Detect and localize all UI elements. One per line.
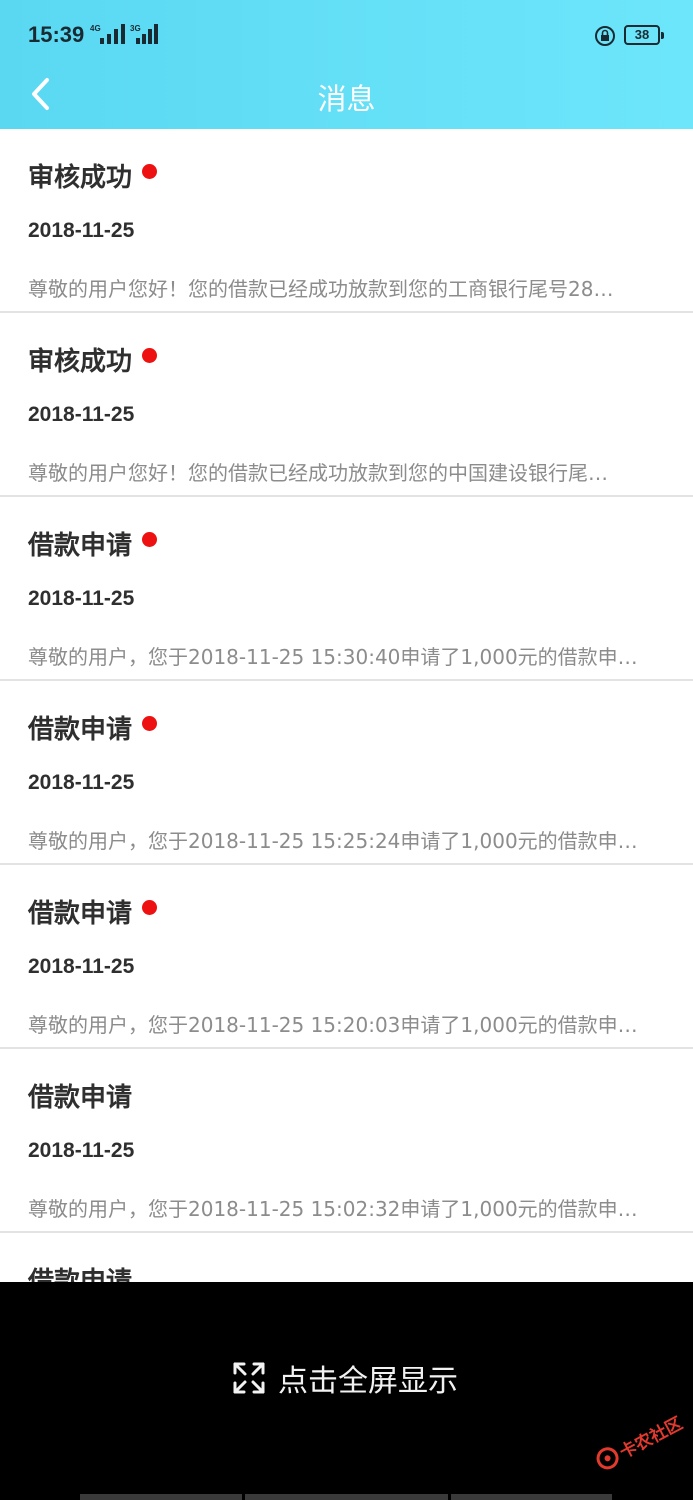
message-preview: 尊敬的用户您好！您的借款已经成功放款到您的中国建设银行尾…	[28, 461, 608, 485]
message-title-row: 审核成功	[28, 341, 158, 377]
fullscreen-button[interactable]: 点击全屏显示	[232, 1358, 458, 1399]
message-title: 借款申请	[28, 1266, 133, 1283]
message-preview: 尊敬的用户，您于2018-11-25 15:02:32申请了1,000元的借款申…	[28, 1197, 638, 1221]
message-item[interactable]: 借款申请	[0, 1233, 693, 1283]
status-time: 15:39	[28, 22, 85, 47]
message-item[interactable]: 审核成功 2018-11-25 尊敬的用户您好！您的借款已经成功放款到您的工商银…	[0, 129, 693, 313]
message-title: 借款申请	[28, 1082, 133, 1113]
video-overlay: 点击全屏显示	[0, 1282, 693, 1500]
message-item[interactable]: 借款申请 2018-11-25 尊敬的用户，您于2018-11-25 15:30…	[0, 497, 693, 681]
network-label-1: 4G	[90, 24, 101, 33]
message-item[interactable]: 借款申请 2018-11-25 尊敬的用户，您于2018-11-25 15:20…	[0, 865, 693, 1049]
network-label-2: 3G	[130, 24, 141, 33]
message-preview: 尊敬的用户您好！您的借款已经成功放款到您的工商银行尾号28…	[28, 277, 614, 301]
message-title-row: 借款申请	[28, 525, 158, 561]
message-date: 2018-11-25	[28, 587, 135, 610]
message-title: 审核成功	[28, 162, 133, 193]
unread-dot-icon	[142, 715, 158, 731]
status-bar: 15:39 4G 3G 38	[0, 0, 693, 70]
message-title-row: 借款申请	[28, 1261, 133, 1283]
nav-bar-segment	[451, 1494, 612, 1500]
watermark-text: 卡农社区	[616, 1413, 686, 1463]
message-preview: 尊敬的用户，您于2018-11-25 15:25:24申请了1,000元的借款申…	[28, 829, 638, 853]
battery-icon: 38	[624, 25, 664, 45]
message-date: 2018-11-25	[28, 1139, 135, 1162]
nav-bar-segment	[245, 1494, 448, 1500]
message-title-row: 审核成功	[28, 157, 158, 193]
unread-dot-icon	[142, 899, 158, 915]
message-item[interactable]: 审核成功 2018-11-25 尊敬的用户您好！您的借款已经成功放款到您的中国建…	[0, 313, 693, 497]
message-title-row: 借款申请	[28, 1077, 132, 1113]
message-date: 2018-11-25	[28, 771, 135, 794]
message-title: 借款申请	[28, 898, 133, 929]
message-title: 审核成功	[28, 346, 133, 377]
message-date: 2018-11-25	[28, 955, 135, 978]
unread-dot-icon	[142, 163, 158, 179]
rotation-lock-icon	[595, 26, 615, 46]
message-item[interactable]: 借款申请 2018-11-25 尊敬的用户，您于2018-11-25 15:02…	[0, 1049, 693, 1233]
message-title: 借款申请	[28, 530, 133, 561]
message-title-row: 借款申请	[28, 893, 158, 929]
nav-bar-segment	[80, 1494, 242, 1500]
signal-icon: 4G	[90, 24, 125, 44]
message-preview: 尊敬的用户，您于2018-11-25 15:20:03申请了1,000元的借款申…	[28, 1013, 638, 1037]
message-title-row: 借款申请	[28, 709, 158, 745]
message-title: 借款申请	[28, 714, 133, 745]
unread-dot-icon	[142, 531, 158, 547]
expand-icon	[233, 1362, 265, 1394]
app-header: 15:39 4G 3G 38 消息	[0, 0, 693, 129]
message-preview: 尊敬的用户，您于2018-11-25 15:30:40申请了1,000元的借款申…	[28, 645, 638, 669]
message-item[interactable]: 借款申请 2018-11-25 尊敬的用户，您于2018-11-25 15:25…	[0, 681, 693, 865]
fullscreen-label: 点击全屏显示	[278, 1364, 458, 1399]
message-date: 2018-11-25	[28, 403, 135, 426]
unread-dot-icon	[142, 347, 158, 363]
message-list: 审核成功 2018-11-25 尊敬的用户您好！您的借款已经成功放款到您的工商银…	[0, 129, 693, 1282]
page-title: 消息	[317, 82, 376, 116]
signal-icon-2: 3G	[130, 24, 158, 44]
message-date: 2018-11-25	[28, 219, 135, 242]
